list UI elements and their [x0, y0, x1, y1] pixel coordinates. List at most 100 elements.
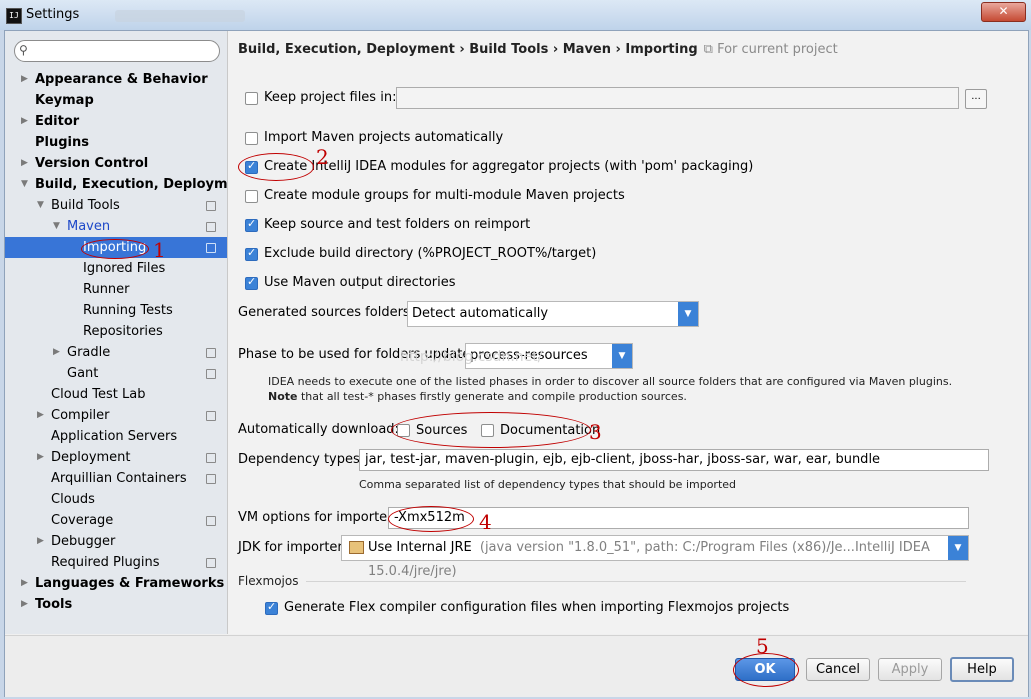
- sidebar-item-coverage[interactable]: Coverage: [5, 510, 227, 531]
- vm-options-input[interactable]: -Xmx512m: [388, 507, 969, 529]
- scope-label: ⧉ For current project: [703, 42, 838, 57]
- vm-options-label: VM options for importer:: [238, 510, 397, 525]
- cancel-button[interactable]: Cancel: [806, 658, 870, 681]
- watermark: http://blog.csdn.net/: [400, 349, 543, 365]
- sidebar-item-ignored-files[interactable]: Ignored Files: [5, 258, 227, 279]
- project-scope-icon: [206, 474, 216, 484]
- close-button[interactable]: ✕: [981, 2, 1026, 22]
- use-output-dirs-label: Use Maven output directories: [264, 275, 456, 290]
- sidebar-item-clouds[interactable]: Clouds: [5, 489, 227, 510]
- sidebar-item-editor[interactable]: ▶ Editor: [5, 111, 227, 132]
- project-scope-icon: [206, 222, 216, 232]
- sidebar-item-runner[interactable]: Runner: [5, 279, 227, 300]
- chevron-right-icon[interactable]: ▶: [21, 573, 28, 594]
- keep-project-files-label: Keep project files in:: [264, 90, 397, 105]
- import-automatically-checkbox[interactable]: [245, 132, 258, 145]
- sidebar-item-compiler[interactable]: ▶ Compiler: [5, 405, 227, 426]
- chevron-down-icon[interactable]: ▼: [37, 195, 44, 216]
- sidebar-item-appearance[interactable]: ▶ Appearance & Behavior: [5, 69, 227, 90]
- apply-button[interactable]: Apply: [878, 658, 942, 681]
- module-groups-label: Create module groups for multi-module Ma…: [264, 188, 625, 203]
- search-icon: ⚲: [19, 43, 28, 57]
- exclude-build-dir-label: Exclude build directory (%PROJECT_ROOT%/…: [264, 246, 597, 261]
- chevron-right-icon[interactable]: ▶: [21, 111, 28, 132]
- browse-button[interactable]: ...: [965, 89, 987, 109]
- dependency-types-label: Dependency types:: [238, 452, 365, 467]
- keep-project-files-checkbox[interactable]: [245, 92, 258, 105]
- annotation-oval-5: [733, 653, 799, 687]
- sidebar-item-version-control[interactable]: ▶ Version Control: [5, 153, 227, 174]
- import-automatically-label: Import Maven projects automatically: [264, 130, 504, 145]
- sidebar-item-build-execution-deployment[interactable]: ▼ Build, Execution, Deployment: [5, 174, 252, 195]
- chevron-right-icon[interactable]: ▶: [21, 594, 28, 615]
- sidebar-item-required-plugins[interactable]: Required Plugins: [5, 552, 227, 573]
- annotation-oval-4: [388, 506, 474, 532]
- exclude-build-dir-checkbox[interactable]: [245, 246, 258, 261]
- dependency-types-input[interactable]: jar, test-jar, maven-plugin, ejb, ejb-cl…: [359, 449, 989, 471]
- generated-sources-label: Generated sources folders:: [238, 305, 415, 320]
- chevron-right-icon[interactable]: ▶: [37, 405, 44, 426]
- sidebar-item-keymap[interactable]: Keymap: [5, 90, 227, 111]
- sidebar-item-tools[interactable]: ▶ Tools: [5, 594, 227, 615]
- project-scope-icon: [206, 243, 216, 253]
- flexmojos-section-title: Flexmojos: [238, 574, 299, 588]
- phase-note-text: Note that all test-* phases firstly gene…: [268, 390, 687, 403]
- flexmojos-divider: [306, 581, 966, 582]
- chevron-down-icon: ▼: [948, 536, 968, 560]
- chevron-right-icon[interactable]: ▶: [53, 342, 60, 363]
- settings-sidebar: ⚲ ▶ Appearance & Behavior Keymap ▶ Edito…: [5, 31, 252, 634]
- chevron-right-icon[interactable]: ▶: [21, 69, 28, 90]
- keep-source-folders-label: Keep source and test folders on reimport: [264, 217, 531, 232]
- chevron-down-icon: ▼: [678, 302, 698, 326]
- annotation-number-1: 1: [153, 238, 166, 262]
- blurred-title-region: [115, 10, 245, 22]
- sidebar-item-arquillian-containers[interactable]: Arquillian Containers: [5, 468, 227, 489]
- sidebar-item-gradle[interactable]: ▶ Gradle: [5, 342, 227, 363]
- chevron-down-icon[interactable]: ▼: [53, 216, 60, 237]
- sidebar-item-cloud-test-lab[interactable]: Cloud Test Lab: [5, 384, 227, 405]
- project-files-path-input[interactable]: [396, 87, 959, 109]
- search-input[interactable]: ⚲: [14, 40, 220, 62]
- annotation-number-4: 4: [479, 510, 492, 534]
- dependency-types-hint: Comma separated list of dependency types…: [359, 478, 737, 491]
- module-groups-checkbox[interactable]: [245, 190, 258, 203]
- breadcrumb: Build, Execution, Deployment › Build Too…: [238, 42, 838, 57]
- sidebar-item-gant[interactable]: Gant: [5, 363, 227, 384]
- jdk-label: JDK for importer:: [238, 540, 347, 555]
- sidebar-item-build-tools[interactable]: ▼ Build Tools: [5, 195, 227, 216]
- flexmojos-generate-checkbox[interactable]: [265, 600, 278, 615]
- project-scope-icon: [206, 411, 216, 421]
- dialog-footer: OK 5 Cancel Apply Help: [5, 634, 1028, 697]
- help-button[interactable]: Help: [950, 657, 1014, 682]
- sidebar-item-plugins[interactable]: Plugins: [5, 132, 227, 153]
- chevron-right-icon[interactable]: ▶: [37, 447, 44, 468]
- chevron-right-icon[interactable]: ▶: [21, 153, 28, 174]
- chevron-down-icon[interactable]: ▼: [21, 174, 28, 195]
- project-scope-icon: [206, 348, 216, 358]
- title-bar: IJ Settings ✕: [0, 0, 1031, 30]
- sidebar-item-deployment[interactable]: ▶ Deployment: [5, 447, 227, 468]
- chevron-right-icon[interactable]: ▶: [37, 531, 44, 552]
- generated-sources-dropdown[interactable]: Detect automatically ▼: [407, 301, 699, 327]
- use-output-dirs-checkbox[interactable]: [245, 275, 258, 290]
- importing-settings-panel: Build, Execution, Deployment › Build Too…: [228, 31, 1028, 634]
- jdk-dropdown[interactable]: Use Internal JRE (java version "1.8.0_51…: [341, 535, 969, 579]
- sidebar-item-debugger[interactable]: ▶ Debugger: [5, 531, 227, 552]
- create-modules-label: Create IntelliJ IDEA modules for aggrega…: [264, 159, 754, 174]
- annotation-number-3: 3: [589, 420, 602, 444]
- sidebar-item-languages-frameworks[interactable]: ▶ Languages & Frameworks: [5, 573, 227, 594]
- flexmojos-generate-label: Generate Flex compiler configuration fil…: [284, 600, 790, 615]
- dialog-body: ⚲ ▶ Appearance & Behavior Keymap ▶ Edito…: [4, 30, 1029, 697]
- sidebar-item-running-tests[interactable]: Running Tests: [5, 300, 227, 321]
- project-scope-icon: [206, 558, 216, 568]
- sidebar-item-repositories[interactable]: Repositories: [5, 321, 227, 342]
- project-scope-icon: [206, 453, 216, 463]
- sidebar-item-application-servers[interactable]: Application Servers: [5, 426, 227, 447]
- sidebar-item-maven[interactable]: ▼ Maven: [5, 216, 227, 237]
- settings-window: IJ Settings ✕ ⚲ ▶ Appearance & Behavior …: [0, 0, 1031, 699]
- breadcrumb-path: Build, Execution, Deployment › Build Too…: [238, 42, 698, 57]
- keep-source-folders-checkbox[interactable]: [245, 217, 258, 232]
- project-scope-icon: [206, 516, 216, 526]
- window-title: Settings: [26, 7, 80, 22]
- annotation-number-2: 2: [316, 145, 329, 169]
